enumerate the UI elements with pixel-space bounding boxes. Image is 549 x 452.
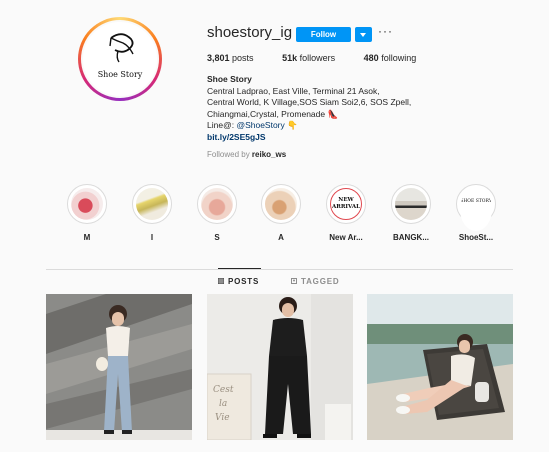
highlight-label: S — [214, 233, 220, 242]
highlight-cover — [395, 188, 427, 220]
bio-mention-link[interactable]: @ShoeStory — [236, 120, 284, 130]
highlight-cover-ring — [67, 184, 107, 224]
more-options-button[interactable]: ··· — [378, 24, 393, 38]
followers-count: 51k — [282, 53, 298, 63]
tab-posts-label: POSTS — [228, 277, 260, 286]
logo-text: Shoe Story — [97, 70, 143, 79]
profile-bio: Shoe Story Central Ladprao, East Ville, … — [207, 74, 467, 144]
followed-by: Followed by reiko_ws — [207, 150, 286, 159]
highlight-label: ShoeSt... — [458, 233, 494, 242]
highlight-label: BANGK... — [393, 233, 429, 242]
highlight-label: I — [150, 233, 154, 242]
highlight-i[interactable]: I — [128, 184, 176, 242]
following-count: 480 — [363, 53, 379, 63]
highlight-a[interactable]: A — [257, 184, 305, 242]
highlight-cover-ring — [132, 184, 172, 224]
tag-icon — [291, 278, 297, 284]
post-thumbnail[interactable] — [46, 294, 192, 440]
highlight-cover — [136, 188, 168, 220]
highlight-cover: SHOE STORY — [460, 188, 492, 231]
highlight-label: A — [278, 233, 284, 242]
bio-line: Central Ladprao, East Ville, Terminal 21… — [207, 85, 380, 96]
svg-text:Cest: Cest — [213, 385, 234, 395]
chevron-down-icon — [360, 33, 366, 37]
highlight-cover-ring — [391, 184, 431, 224]
tab-tagged-label: TAGGED — [301, 277, 340, 286]
highlight-cover — [265, 188, 297, 220]
svg-text:la: la — [219, 399, 227, 409]
followed-by-user-link[interactable]: reiko_ws — [252, 150, 286, 159]
highlight-s[interactable]: S — [193, 184, 241, 242]
bio-line: Central World, K Village,SOS Siam Soi2,6… — [207, 97, 412, 108]
bio-name: Shoe Story — [207, 74, 252, 84]
posts-stat: 3,801 posts — [207, 53, 254, 63]
profile-username: shoestory_ig — [207, 24, 293, 41]
highlight-shoestory[interactable]: SHOE STORY ShoeSt... — [452, 184, 500, 242]
active-tab-indicator — [218, 268, 261, 269]
grid-icon — [218, 278, 224, 284]
highlight-bangkok[interactable]: BANGK... — [387, 184, 435, 242]
suggestions-dropdown-button[interactable] — [355, 27, 372, 42]
bio-website-link[interactable]: bit.ly/2SE5gJS — [207, 132, 467, 144]
highlight-cover-ring — [261, 184, 301, 224]
posts-label: posts — [232, 53, 254, 63]
highlight-badge-line: SHOE STORY — [460, 199, 492, 204]
posts-count: 3,801 — [207, 53, 230, 63]
follow-button[interactable]: Follow — [296, 27, 351, 42]
post-thumbnail[interactable] — [367, 294, 513, 440]
post-thumbnail[interactable]: Cest la Vie — [207, 294, 353, 440]
bio-line-prefix: Line@: — [207, 120, 237, 131]
followed-by-prefix: Followed by — [207, 150, 252, 159]
tab-posts[interactable]: POSTS — [218, 277, 259, 286]
following-stat[interactable]: 480 following — [364, 53, 417, 63]
highlight-cover — [71, 188, 103, 220]
highlight-new-arrival[interactable]: NEW ARRIVAL New Ar... — [322, 184, 370, 242]
highlight-badge-line: ARRIVAL — [332, 204, 360, 210]
bio-line: Line@: @ShoeStory 👇 — [207, 120, 467, 132]
followers-label: followers — [299, 53, 336, 63]
highlight-m[interactable]: M — [63, 184, 111, 242]
tab-tagged[interactable]: TAGGED — [291, 277, 339, 286]
followers-stat[interactable]: 51k followers — [282, 53, 335, 63]
svg-text:Vie: Vie — [215, 413, 230, 423]
profile-stats: 3,801 posts 51k followers 480 following — [207, 53, 442, 63]
post-photo — [367, 294, 513, 440]
highlight-cover: NEW ARRIVAL — [330, 188, 362, 220]
post-photo — [46, 294, 192, 440]
highlight-label: M — [83, 233, 91, 242]
profile-picture[interactable]: Shoe Story — [81, 20, 159, 98]
highlight-cover — [201, 188, 233, 220]
tab-divider — [46, 269, 513, 270]
highlight-label: New Ar... — [329, 233, 363, 242]
shoe-logo-icon — [109, 33, 134, 63]
highlight-cover-ring — [197, 184, 237, 224]
pointing-down-emoji: 👇 — [287, 120, 298, 131]
bio-line: Chiangmai,Crystal, Promenade 👠 — [207, 108, 339, 119]
profile-picture-ring[interactable]: Shoe Story — [78, 17, 162, 101]
highlight-badge-line: NEW — [338, 197, 354, 203]
highlight-cover-ring: NEW ARRIVAL — [326, 184, 366, 224]
following-label: following — [381, 53, 417, 63]
post-photo: Cest la Vie — [207, 294, 353, 440]
highlight-cover-ring: SHOE STORY — [456, 184, 496, 231]
